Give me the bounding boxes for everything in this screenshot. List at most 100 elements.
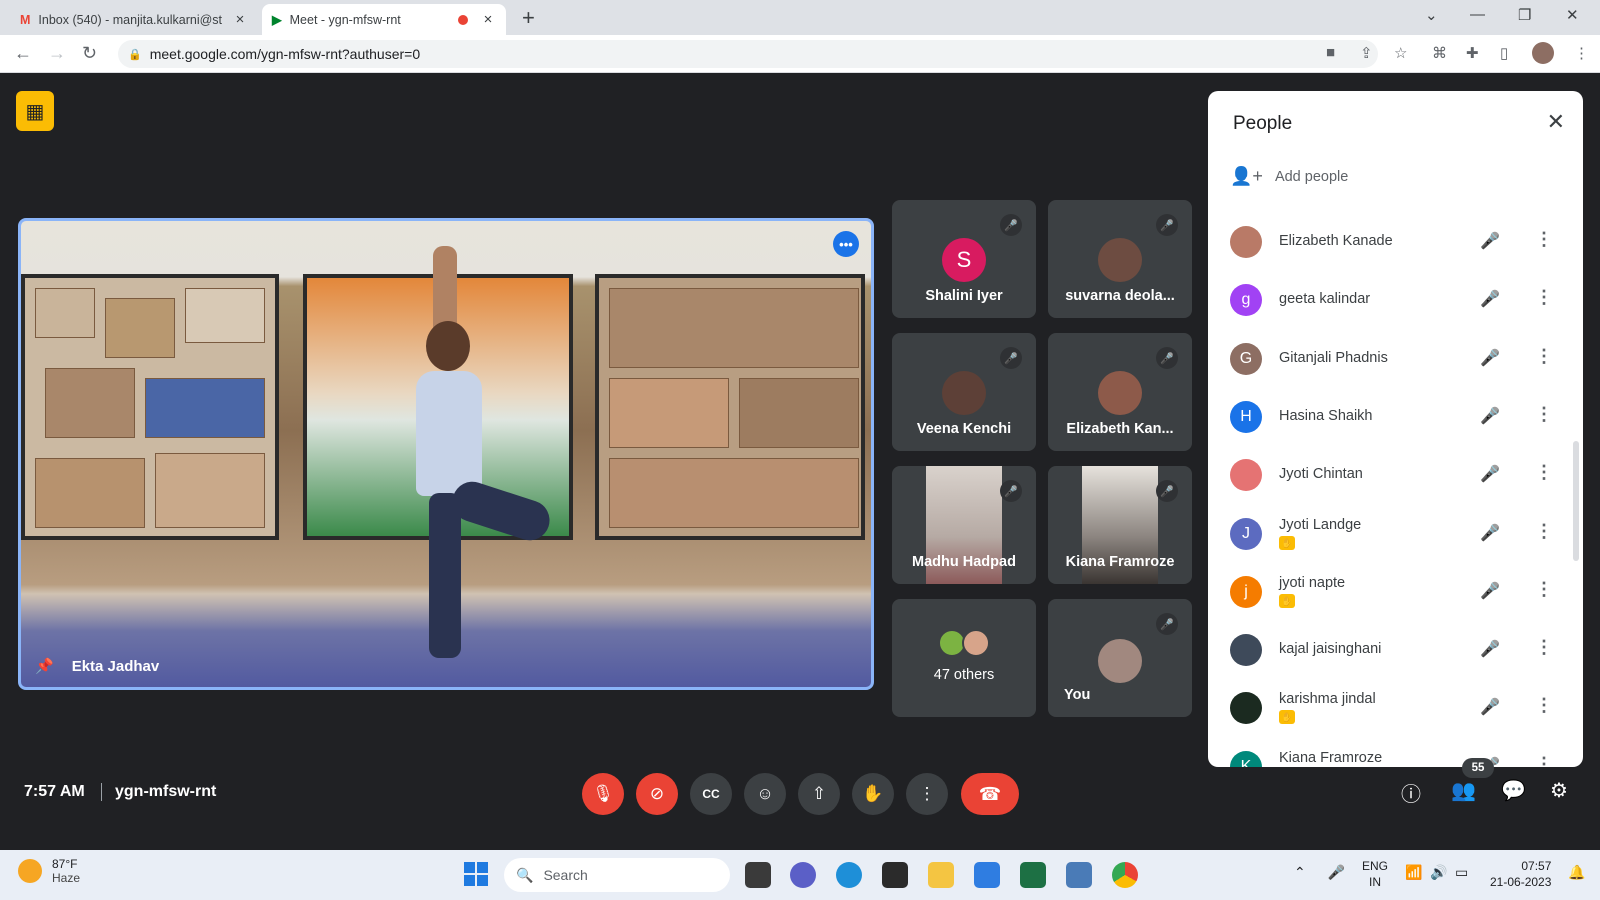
muted-mic-icon[interactable]: 🎤 <box>1480 697 1500 717</box>
more-vert-icon[interactable]: ⋮ <box>1535 637 1553 658</box>
sticky-notes-icon[interactable] <box>882 862 908 888</box>
participant-tile[interactable]: 🎤 Kiana Framroze <box>1048 466 1192 584</box>
minimize-button[interactable]: — <box>1470 6 1485 23</box>
camera-toggle-button[interactable]: ⊘ <box>636 773 678 815</box>
muted-mic-icon[interactable]: 🎤 <box>1480 231 1500 251</box>
tray-chevron-icon[interactable]: ⌃ <box>1294 864 1306 880</box>
pin-icon[interactable]: 📌 <box>35 657 54 675</box>
tab-search-icon[interactable]: ⌄ <box>1425 6 1438 24</box>
muted-mic-icon[interactable]: 🎤 <box>1480 523 1500 543</box>
tab-meet[interactable]: ▶ Meet - ygn-mfsw-rnt × <box>262 4 506 35</box>
edge-icon[interactable] <box>836 862 862 888</box>
more-vert-icon[interactable]: ⋮ <box>1535 346 1553 367</box>
activities-icon[interactable]: ⚙ <box>1550 778 1568 803</box>
new-tab-button[interactable]: + <box>522 6 535 30</box>
url-field[interactable]: 🔒 meet.google.com/ygn-mfsw-rnt?authuser=… <box>118 40 1378 68</box>
present-button[interactable]: ⇧ <box>798 773 840 815</box>
participant-row[interactable]: KKiana Framroze✋🎤⋮ <box>1230 742 1560 767</box>
mail-icon[interactable] <box>974 862 1000 888</box>
menu-icon[interactable]: ⋮ <box>1574 44 1589 62</box>
excel-icon[interactable] <box>1020 862 1046 888</box>
participant-tile[interactable]: 🎤 Elizabeth Kan... <box>1048 333 1192 451</box>
captions-button[interactable]: CC <box>690 773 732 815</box>
system-clock[interactable]: 07:57 21-06-2023 <box>1490 858 1551 890</box>
close-tab-icon[interactable]: × <box>232 11 248 28</box>
more-vert-icon[interactable]: ⋮ <box>1535 287 1553 308</box>
bookmark-star-icon[interactable]: ☆ <box>1394 44 1407 62</box>
battery-icon[interactable]: ▭ <box>1455 864 1468 881</box>
leave-call-button[interactable]: ☎ <box>961 773 1019 815</box>
muted-mic-icon[interactable]: 🎤 <box>1480 581 1500 601</box>
participant-label: 📌 Ekta Jadhav <box>35 657 159 676</box>
chrome-icon[interactable] <box>1112 862 1138 888</box>
participant-row[interactable]: g geeta kalindar 🎤 ⋮ <box>1230 275 1560 325</box>
participant-row[interactable]: H Hasina Shaikh 🎤 ⋮ <box>1230 392 1560 442</box>
reload-icon[interactable]: ↻ <box>82 43 97 64</box>
more-vert-icon[interactable]: ⋮ <box>1535 579 1553 600</box>
participant-row[interactable]: Jyoti Chintan 🎤 ⋮ <box>1230 450 1560 500</box>
more-vert-icon[interactable]: ⋮ <box>1535 462 1553 483</box>
participant-tile[interactable]: 🎤 Madhu Hadpad <box>892 466 1036 584</box>
share-icon[interactable]: ⇪ <box>1360 44 1373 62</box>
teams-chat-icon[interactable] <box>790 862 816 888</box>
muted-mic-icon[interactable]: 🎤 <box>1480 289 1500 309</box>
participant-tile[interactable]: 🎤 S Shalini Iyer <box>892 200 1036 318</box>
camera-icon[interactable]: ■ <box>1326 44 1335 61</box>
app-icon[interactable] <box>1066 862 1092 888</box>
meeting-details-icon[interactable]: ⓘ <box>1401 778 1421 807</box>
more-vert-icon[interactable]: ⋮ <box>1535 695 1553 716</box>
tab-inbox[interactable]: M Inbox (540) - manjita.kulkarni@st × <box>10 4 258 35</box>
close-icon[interactable]: ✕ <box>1547 109 1565 135</box>
windows-start-icon[interactable] <box>464 862 488 886</box>
participant-row[interactable]: Elizabeth Kanade 🎤 ⋮ <box>1230 217 1560 267</box>
forward-icon[interactable]: → <box>48 43 66 64</box>
weather-widget[interactable]: 87°F Haze <box>18 857 80 885</box>
maximize-button[interactable]: ❐ <box>1518 6 1531 24</box>
taskbar-search[interactable]: 🔍 Search <box>504 858 730 892</box>
mic-toggle-button[interactable]: 🎙 <box>582 773 624 815</box>
muted-mic-icon[interactable]: 🎤 <box>1480 464 1500 484</box>
participant-tile[interactable]: 🎤 Veena Kenchi <box>892 333 1036 451</box>
muted-mic-icon[interactable]: 🎤 <box>1480 406 1500 426</box>
wifi-icon[interactable]: 📶 <box>1405 864 1422 881</box>
scrollbar[interactable] <box>1573 441 1579 561</box>
muted-mic-icon[interactable]: 🎤 <box>1480 348 1500 368</box>
task-view-icon[interactable] <box>745 862 771 888</box>
file-explorer-icon[interactable] <box>928 862 954 888</box>
meeting-tools-icon[interactable]: ▦ <box>16 91 54 131</box>
more-options-button[interactable]: ⋮ <box>906 773 948 815</box>
close-window-button[interactable]: ✕ <box>1566 6 1579 24</box>
raise-hand-button[interactable]: ✋ <box>852 773 894 815</box>
others-tile[interactable]: 47 others <box>892 599 1036 717</box>
close-tab-icon[interactable]: × <box>480 11 496 28</box>
volume-icon[interactable]: 🔊 <box>1430 864 1447 881</box>
profile-avatar[interactable] <box>1532 42 1554 64</box>
more-vert-icon[interactable]: ⋮ <box>1535 229 1553 250</box>
participant-row[interactable]: j jyoti napte ✋ 🎤 ⋮ <box>1230 567 1560 617</box>
more-vert-icon[interactable]: ⋮ <box>1535 521 1553 542</box>
more-vert-icon[interactable]: ⋮ <box>1535 404 1553 425</box>
speaking-indicator-icon: ••• <box>833 231 859 257</box>
reactions-button[interactable]: ☺ <box>744 773 786 815</box>
back-icon[interactable]: ← <box>14 43 32 64</box>
add-people-button[interactable]: 👤+ Add people <box>1230 166 1348 187</box>
participant-tile[interactable]: 🎤 suvarna deola... <box>1048 200 1192 318</box>
microphone-icon[interactable]: 🎤 <box>1328 864 1345 880</box>
translate-icon[interactable]: ⌘ <box>1432 44 1447 62</box>
muted-mic-icon[interactable]: 🎤 <box>1480 639 1500 659</box>
more-vert-icon[interactable]: ⋮ <box>1535 754 1553 767</box>
chat-icon[interactable]: 💬 <box>1501 778 1526 803</box>
participant-row[interactable]: kajal jaisinghani 🎤 ⋮ <box>1230 625 1560 675</box>
people-icon[interactable]: 👥 <box>1451 778 1476 803</box>
side-panel-icon[interactable]: ▯ <box>1500 44 1508 62</box>
self-tile[interactable]: 🎤 You <box>1048 599 1192 717</box>
participant-row[interactable]: G Gitanjali Phadnis 🎤 ⋮ <box>1230 334 1560 384</box>
extensions-icon[interactable]: ✚ <box>1466 44 1479 62</box>
participant-row[interactable]: J Jyoti Landge ✋ 🎤 ⋮ <box>1230 509 1560 559</box>
notification-icon[interactable]: 🔔 <box>1568 864 1585 881</box>
search-placeholder: Search <box>543 867 588 883</box>
pinned-video-tile[interactable]: ••• 📌 Ekta Jadhav <box>18 218 874 690</box>
language-indicator[interactable]: ENG IN <box>1362 858 1388 890</box>
system-tray[interactable]: ⌃ 🎤 <box>1294 864 1345 881</box>
participant-row[interactable]: karishma jindal ✋ 🎤 ⋮ <box>1230 683 1560 733</box>
